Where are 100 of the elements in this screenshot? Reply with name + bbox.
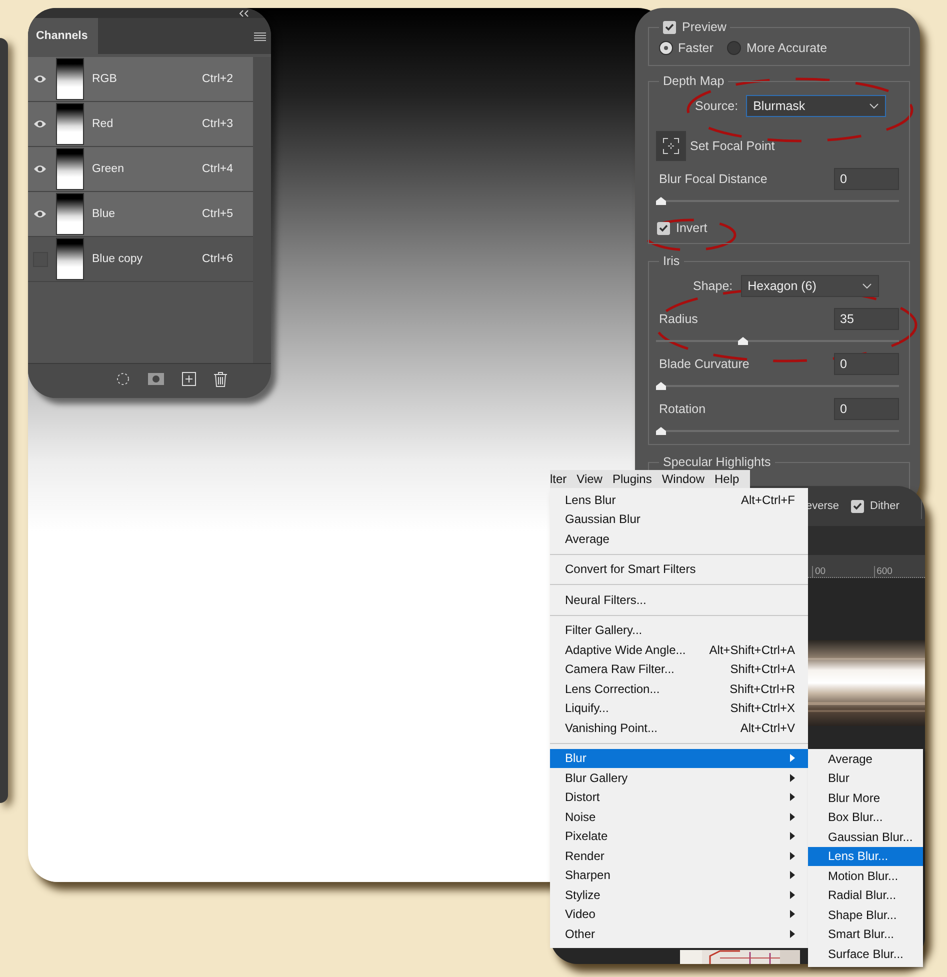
number-field[interactable]: 0	[834, 398, 899, 420]
number-field[interactable]: 0	[834, 168, 899, 190]
radio-label[interactable]: More Accurate	[746, 41, 828, 55]
ruler-label: 600	[874, 566, 892, 577]
field-label: Source:	[695, 99, 738, 113]
trash-icon[interactable]	[214, 372, 227, 386]
channel-row[interactable]: RGB Ctrl+2	[28, 57, 253, 102]
submenu-arrow-icon	[790, 754, 795, 762]
chevron-icon	[869, 103, 880, 109]
menu-item[interactable]: Lens Blur...	[808, 846, 923, 866]
menu-item[interactable]: Neural Filters...	[550, 590, 808, 610]
field-label: Blade Curvature	[659, 357, 750, 371]
focus-icon	[663, 138, 679, 154]
channel-thumbnail	[56, 148, 84, 190]
menu-item[interactable]: Blur More	[808, 788, 923, 808]
checkbox[interactable]	[851, 500, 864, 512]
menu-title[interactable]: Plugins	[607, 472, 657, 486]
checkbox-label[interactable]: Preview	[682, 20, 726, 34]
menu-title[interactable]: Window	[656, 472, 710, 486]
submenu-arrow-icon	[790, 871, 795, 880]
radio-button[interactable]	[659, 41, 673, 55]
radio-label[interactable]: Faster	[678, 41, 714, 55]
menu-item[interactable]: Smart Blur...	[808, 924, 923, 944]
menu-item[interactable]: Average	[550, 529, 808, 548]
mask-icon[interactable]	[148, 373, 164, 385]
field-label: Radius	[659, 312, 698, 326]
new-channel-icon[interactable]	[182, 372, 196, 386]
menu-item[interactable]: Pixelate	[550, 826, 808, 846]
checkbox[interactable]	[663, 20, 676, 34]
channel-name: Blue	[92, 208, 116, 220]
eye-icon[interactable]	[33, 209, 47, 219]
panel-tab[interactable]: Channels	[28, 18, 98, 54]
checkbox-label[interactable]: Invert	[676, 221, 708, 235]
menu-title[interactable]: Help	[710, 472, 744, 486]
menu-item[interactable]: Gaussian Blur	[550, 510, 808, 529]
menu-item[interactable]: Box Blur...	[808, 808, 923, 827]
menu-item[interactable]: Radial Blur...	[808, 886, 923, 905]
focal-point-button[interactable]	[656, 131, 686, 161]
submenu-arrow-icon	[790, 793, 795, 802]
menu-item[interactable]: Vanishing Point... Alt+Ctrl+V	[550, 718, 808, 738]
eye-icon[interactable]	[33, 74, 47, 84]
submenu-arrow-icon	[790, 910, 795, 918]
channel-thumbnail	[56, 58, 84, 100]
menu-item[interactable]: Shape Blur...	[808, 905, 923, 924]
channel-row[interactable]: Blue copy Ctrl+6	[28, 237, 253, 282]
channel-row[interactable]: Green Ctrl+4	[28, 147, 253, 192]
menu-item[interactable]: Blur	[808, 768, 923, 788]
collapse-icon[interactable]	[239, 10, 249, 16]
radio-button[interactable]	[727, 41, 742, 55]
menu-item[interactable]: Noise	[550, 807, 808, 826]
menu-icon[interactable]	[254, 32, 266, 40]
number-field[interactable]: 35	[834, 308, 899, 330]
group-title: Iris	[662, 254, 681, 268]
submenu-arrow-icon	[790, 890, 795, 899]
shortcut: Ctrl+4	[202, 163, 233, 175]
menu-item[interactable]: Video	[550, 904, 808, 924]
chevron-icon	[862, 283, 872, 289]
menu-title[interactable]: lter	[550, 472, 572, 486]
channel-name: Red	[92, 118, 114, 130]
source-dropdown[interactable]: Blurmask	[746, 95, 886, 117]
menu-item[interactable]: Stylize	[550, 885, 808, 904]
menu-item[interactable]: Blur Gallery	[550, 768, 808, 788]
menu-title[interactable]: View	[572, 472, 608, 486]
channel-thumbnail	[56, 238, 84, 280]
channel-name: Green	[92, 163, 125, 175]
menu-item[interactable]: Other	[550, 924, 808, 944]
channel-row[interactable]: Blue Ctrl+5	[28, 192, 253, 237]
menu-item[interactable]: Lens Blur Alt+Ctrl+F	[550, 490, 808, 510]
checkbox-label[interactable]: Dither	[870, 500, 900, 512]
checkbox[interactable]	[657, 222, 670, 234]
eye-icon[interactable]	[33, 164, 47, 174]
selection-icon[interactable]	[116, 372, 130, 386]
menu-item[interactable]: Camera Raw Filter... Shift+Ctrl+A	[550, 660, 808, 679]
menu-item[interactable]: Motion Blur...	[808, 866, 923, 886]
slider-thumb[interactable]	[656, 427, 666, 435]
number-field[interactable]: 0	[834, 353, 899, 375]
menu-item[interactable]: Liquify... Shift+Ctrl+X	[550, 698, 808, 718]
menu-item[interactable]: Convert for Smart Filters	[550, 560, 808, 579]
menu-item[interactable]: Render	[550, 846, 808, 866]
eye-icon[interactable]	[33, 119, 47, 129]
scrollbar-track[interactable]	[253, 57, 271, 363]
menu-item[interactable]: Distort	[550, 788, 808, 807]
menu-item[interactable]: Average	[808, 749, 923, 768]
slider-thumb[interactable]	[738, 337, 748, 345]
channel-row[interactable]: Red Ctrl+3	[28, 102, 253, 147]
menu-item[interactable]: Sharpen	[550, 866, 808, 885]
menu-item[interactable]: Lens Correction... Shift+Ctrl+R	[550, 679, 808, 698]
button-label[interactable]: Set Focal Point	[690, 139, 775, 153]
slider-thumb[interactable]	[656, 197, 666, 205]
field-label: Rotation	[659, 402, 706, 416]
slider-thumb[interactable]	[656, 382, 666, 390]
submenu-arrow-icon	[790, 852, 795, 860]
shape-dropdown[interactable]: Hexagon (6)	[740, 275, 879, 297]
ruler-label: 00	[812, 566, 826, 577]
group-title: Depth Map	[662, 74, 726, 88]
menu-item[interactable]: Blur	[550, 748, 808, 768]
menu-item[interactable]: Surface Blur...	[808, 944, 923, 964]
menu-item[interactable]: Filter Gallery...	[550, 620, 808, 640]
menu-item[interactable]: Gaussian Blur...	[808, 827, 923, 846]
menu-item[interactable]: Adaptive Wide Angle... Alt+Shift+Ctrl+A	[550, 640, 808, 660]
